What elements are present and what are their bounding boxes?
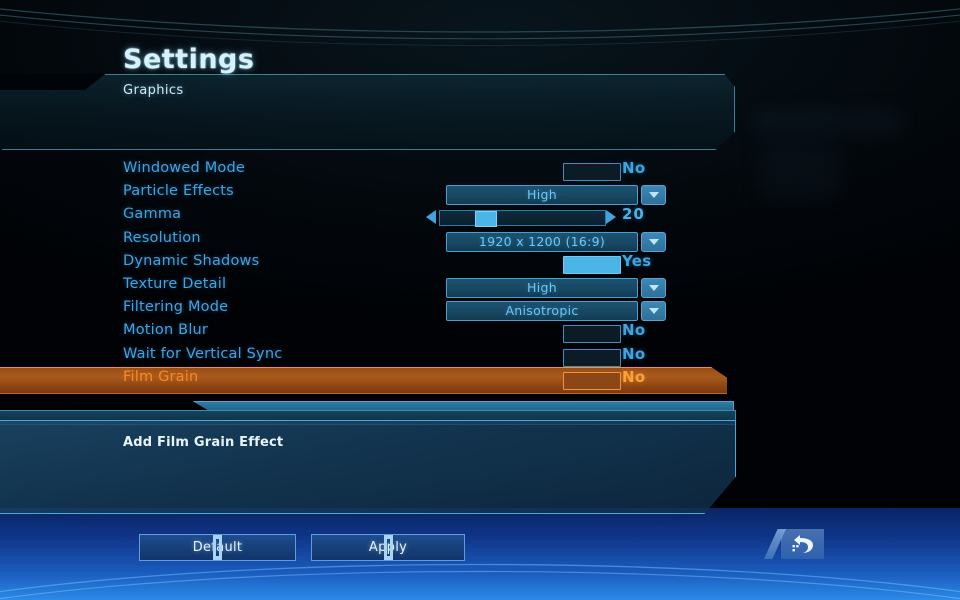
settings-dropdown-value: 1920 x 1200 (16:9) bbox=[478, 233, 606, 249]
settings-row-label: Filtering Mode bbox=[123, 299, 229, 316]
settings-checkbox-value: No bbox=[622, 344, 646, 363]
settings-checkbox[interactable] bbox=[563, 348, 621, 367]
settings-row-filtering-mode[interactable]: Filtering Mode Anisotropic bbox=[0, 299, 960, 322]
settings-row-label: Dynamic Shadows bbox=[123, 252, 260, 269]
settings-checkbox[interactable] bbox=[563, 255, 621, 274]
settings-checkbox-value: No bbox=[622, 321, 646, 340]
arrow-left-icon[interactable] bbox=[426, 210, 436, 225]
chevron-down-icon[interactable] bbox=[641, 185, 666, 206]
settings-slider-value: 20 bbox=[622, 205, 645, 224]
settings-row-particle-effects[interactable]: Particle Effects High bbox=[0, 183, 960, 206]
settings-slider-track[interactable] bbox=[439, 210, 606, 228]
settings-row-label: Film Grain bbox=[123, 368, 199, 385]
chevron-down-icon[interactable] bbox=[641, 231, 666, 252]
settings-dropdown-value: High bbox=[527, 187, 557, 203]
bracket-right bbox=[383, 535, 393, 560]
settings-checkbox[interactable] bbox=[563, 371, 621, 390]
settings-row-label: Gamma bbox=[123, 206, 182, 223]
settings-screen: Settings Graphics Windowed Mode No Particl… bbox=[0, 0, 960, 600]
default-button[interactable]: Default bbox=[139, 534, 296, 561]
settings-row-label: Resolution bbox=[123, 229, 201, 246]
chevron-down-icon[interactable] bbox=[641, 301, 666, 322]
settings-checkbox[interactable] bbox=[563, 325, 621, 344]
settings-checkbox[interactable] bbox=[563, 163, 621, 181]
settings-dropdown[interactable]: 1920 x 1200 (16:9) bbox=[446, 231, 638, 252]
settings-row-texture-detail[interactable]: Texture Detail High bbox=[0, 276, 960, 299]
settings-dropdown-value: High bbox=[527, 280, 557, 295]
back-button[interactable] bbox=[764, 529, 824, 559]
settings-row-motion-blur[interactable]: Motion Blur No bbox=[0, 321, 960, 345]
settings-slider-thumb[interactable] bbox=[475, 211, 497, 228]
settings-row-gamma[interactable]: Gamma 20 bbox=[0, 205, 960, 229]
settings-row-dynamic-shadows[interactable]: Dynamic Shadows Yes bbox=[0, 251, 960, 276]
settings-row-label: Motion Blur bbox=[123, 322, 209, 339]
page-title: Settings bbox=[123, 44, 255, 75]
bracket-right bbox=[213, 535, 222, 560]
settings-row-label: Texture Detail bbox=[123, 276, 227, 292]
settings-row-windowed-mode[interactable]: Windowed Mode No bbox=[0, 159, 960, 183]
settings-row-film-grain[interactable]: Film Grain No bbox=[0, 366, 960, 394]
apply-button[interactable]: Apply bbox=[311, 534, 465, 561]
description-panel bbox=[0, 420, 736, 514]
settings-dropdown[interactable]: Anisotropic bbox=[446, 301, 638, 322]
category-label: Graphics bbox=[123, 83, 184, 98]
settings-checkbox-value: No bbox=[622, 367, 646, 386]
settings-row-resolution[interactable]: Resolution 1920 x 1200 (16:9) bbox=[0, 230, 960, 253]
settings-list: Windowed Mode No Particle Effects High Gamma… bbox=[0, 159, 960, 396]
back-arrow-icon bbox=[792, 535, 813, 553]
arrow-right-icon[interactable] bbox=[606, 210, 616, 225]
settings-dropdown[interactable]: High bbox=[446, 278, 638, 298]
settings-row-wait-for-vertical-sync[interactable]: Wait for Vertical Sync No bbox=[0, 344, 960, 369]
description-text: Add Film Grain Effect bbox=[123, 435, 284, 450]
chevron-down-icon[interactable] bbox=[641, 278, 666, 298]
background-blur-shape bbox=[752, 108, 902, 136]
settings-row-label: Wait for Vertical Sync bbox=[123, 345, 283, 362]
settings-dropdown-value: Anisotropic bbox=[505, 303, 579, 319]
settings-checkbox-value: No bbox=[622, 159, 646, 177]
settings-row-label: Windowed Mode bbox=[123, 160, 246, 176]
settings-dropdown[interactable]: High bbox=[446, 185, 638, 206]
settings-checkbox-value: Yes bbox=[622, 251, 652, 270]
settings-row-label: Particle Effects bbox=[123, 183, 234, 200]
header-panel-notch bbox=[0, 74, 733, 148]
